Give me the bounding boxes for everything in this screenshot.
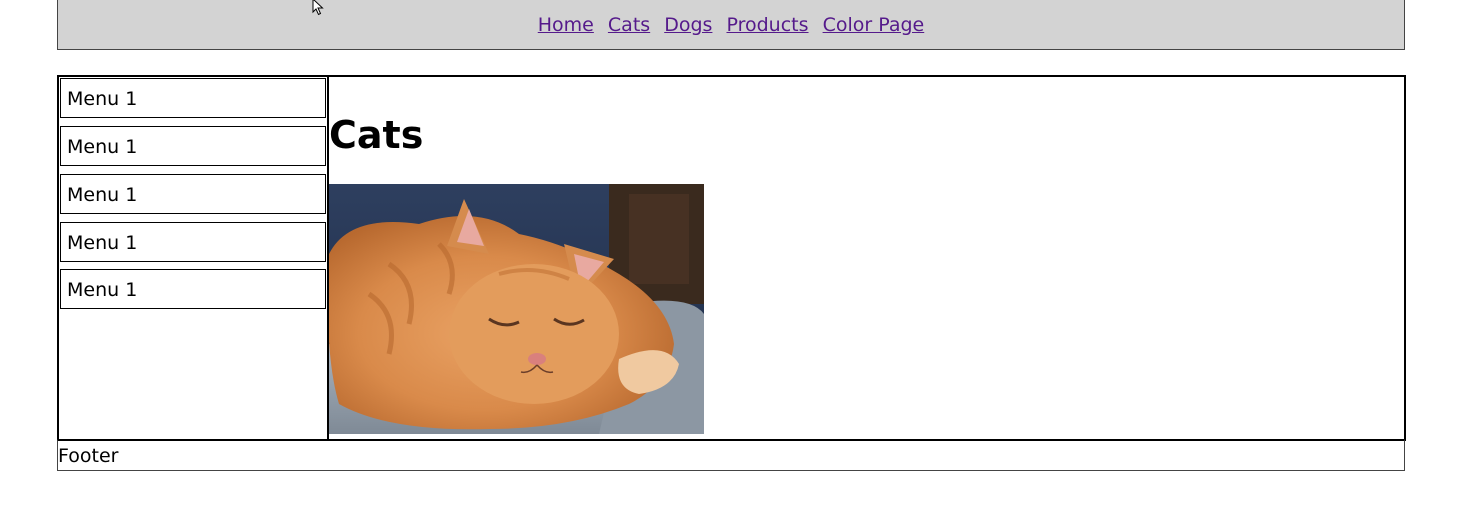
nav-link-cats[interactable]: Cats — [608, 14, 650, 36]
page: Home Cats Dogs Products Color Page Menu … — [0, 0, 1461, 525]
sidebar-menu-item[interactable]: Menu 1 — [60, 222, 326, 262]
nav-link-dogs[interactable]: Dogs — [664, 14, 712, 36]
mouse-cursor-icon — [312, 0, 324, 16]
top-navigation: Home Cats Dogs Products Color Page — [57, 0, 1405, 50]
page-title: Cats — [329, 113, 424, 157]
sidebar-menu-item[interactable]: Menu 1 — [60, 174, 326, 214]
footer: Footer — [57, 439, 1405, 471]
content-layout: Menu 1 Menu 1 Menu 1 Menu 1 Menu 1 Cats — [57, 75, 1406, 441]
sidebar-menu-item[interactable]: Menu 1 — [60, 269, 326, 309]
nav-link-home[interactable]: Home — [538, 14, 594, 36]
nav-link-products[interactable]: Products — [726, 14, 808, 36]
sidebar: Menu 1 Menu 1 Menu 1 Menu 1 Menu 1 — [59, 77, 329, 439]
nav-link-color-page[interactable]: Color Page — [823, 14, 925, 36]
nav-links: Home Cats Dogs Products Color Page — [58, 14, 1404, 36]
cat-photo-image — [329, 184, 704, 434]
sidebar-menu-item[interactable]: Menu 1 — [60, 126, 326, 166]
sidebar-menu-item[interactable]: Menu 1 — [60, 78, 326, 118]
main-content: Cats — [329, 77, 1404, 439]
